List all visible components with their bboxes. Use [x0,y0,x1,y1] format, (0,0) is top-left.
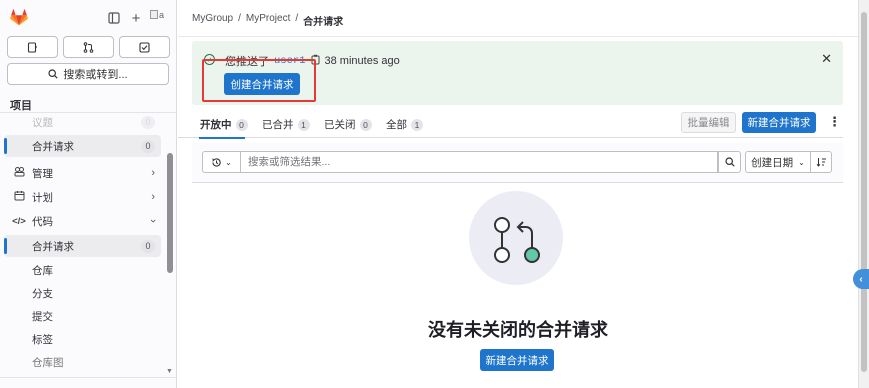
sidebar-item-merge-requests-pinned[interactable]: 合并请求 0 [4,135,161,157]
main-content: MyGroup / MyProject / 合并请求 ✓ 您推送了 user1 … [178,0,858,388]
chevron-down-icon: › [147,219,160,223]
page-scrollbar[interactable] [858,0,869,388]
new-merge-request-button[interactable]: 新建合并请求 [742,112,816,133]
history-icon [212,157,221,167]
divider [0,377,176,378]
count-badge: 0 [359,118,372,131]
count-badge: 1 [297,118,310,131]
sidebar-item-manage[interactable]: 管理 › [4,162,161,184]
breadcrumb-group[interactable]: MyGroup [192,13,233,28]
search-icon [724,157,735,167]
tab-all[interactable]: 全部 1 [386,117,423,132]
sidebar-item-plan[interactable]: 计划 › [4,186,161,208]
empty-state-illustration [469,191,563,285]
create-merge-request-button[interactable]: 创建合并请求 [224,73,300,95]
chevron-down-icon: ⌄ [225,157,232,167]
active-indicator [4,138,7,154]
breadcrumb-separator: / [295,13,299,24]
active-tab-underline [199,137,245,139]
active-indicator [4,238,7,254]
scrollbar-thumb[interactable] [861,12,867,372]
todos-button[interactable] [119,36,170,58]
section-title: 项目 [10,100,32,112]
tab-closed[interactable]: 已关闭 0 [324,117,372,132]
close-icon[interactable]: ✕ [821,51,832,67]
count-badge: 0 [235,118,248,131]
sidebar-item-branches[interactable]: 分支 [4,282,161,304]
breadcrumb: MyGroup / MyProject / 合并请求 [192,13,343,28]
chevron-right-icon: › [151,167,155,179]
create-new-icon[interactable]: + [128,10,144,27]
breadcrumb-separator: / [238,13,241,24]
issues-button[interactable] [7,36,58,58]
count-badge: 1 [411,118,423,131]
manage-icon [12,166,26,180]
broken-image-icon [150,10,158,19]
sidebar-item-repository[interactable]: 仓库 [4,259,161,281]
merge-requests-icon [83,41,94,53]
empty-state-new-mr-button[interactable]: 新建合并请求 [480,349,554,371]
breadcrumb-current[interactable]: 合并请求 [303,13,343,28]
sort-dropdown[interactable]: 创建日期 ⌄ [745,151,811,173]
more-actions-icon[interactable]: ⋮ [828,113,841,131]
scroll-down-arrow-icon[interactable]: ▼ [166,368,173,375]
tab-opened[interactable]: 开放中 0 [200,117,248,132]
sidebar-scrollbar[interactable] [167,153,173,273]
chevron-right-icon: › [151,191,155,203]
todos-icon [139,41,150,53]
chevron-down-icon: ⌄ [798,157,805,167]
issues-icon [27,41,37,53]
sort-lowest-icon [816,158,826,167]
sidebar-item-tags[interactable]: 标签 [4,328,161,350]
toggle-sidebar-icon[interactable] [106,10,122,26]
sidebar-header: + a [0,0,176,36]
filter-search-input[interactable] [241,151,718,173]
quick-actions [7,36,170,58]
sidebar-item-issues[interactable]: 议题 0 [4,113,161,131]
sort-direction-button[interactable] [810,151,832,173]
divider [178,36,858,37]
search-label: 搜索或转到... [63,69,128,81]
search-or-go-to-button[interactable]: 搜索或转到... [7,63,169,85]
filter-bar: ⌄ 创建日期 ⌄ [192,143,843,183]
search-icon [48,69,59,79]
sidebar: + a 搜索或转到... 项目 议题 0 合并请求 0 管理 › 计划 › </… [0,0,177,388]
avatar[interactable]: a [150,10,168,26]
sidebar-item-code[interactable]: </> 代码 › [4,210,161,232]
bulk-edit-button[interactable]: 批量编辑 [681,112,736,133]
expand-sidebar-icon[interactable]: ‹ [853,269,869,289]
count-badge: 0 [141,239,155,253]
sidebar-item-merge-requests[interactable]: 合并请求 0 [4,235,161,257]
tab-merged[interactable]: 已合并 1 [262,117,310,132]
search-submit-button[interactable] [718,151,741,173]
breadcrumb-project[interactable]: MyProject [246,13,290,28]
count-badge: 0 [141,139,155,153]
code-icon: </> [12,215,26,227]
gitlab-logo-icon[interactable] [10,9,28,26]
empty-state-title: 没有未关闭的合并请求 [428,320,608,340]
plan-icon [12,190,26,204]
merge-requests-button[interactable] [63,36,114,58]
sidebar-item-commits[interactable]: 提交 [4,305,161,327]
alert-time: 38 minutes ago [324,55,400,67]
sidebar-item-repository-graph[interactable]: 仓库图 [4,351,161,373]
recent-searches-button[interactable]: ⌄ [202,151,241,173]
